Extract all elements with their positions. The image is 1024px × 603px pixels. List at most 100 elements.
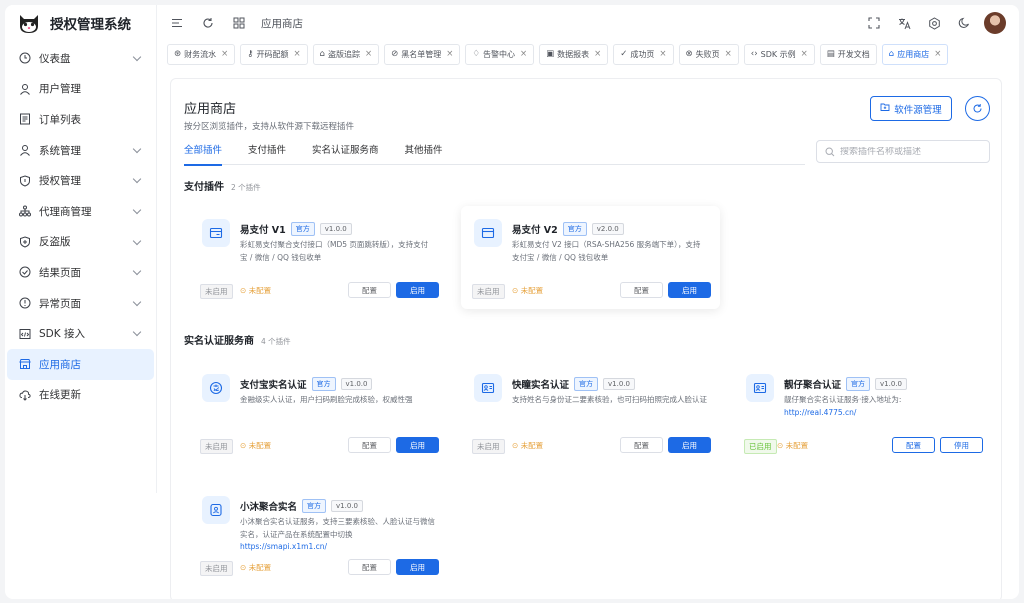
tab-quota[interactable]: ⚷ 开码配额 × — [240, 43, 308, 65]
section-title-payment: 支付插件 2 个插件 — [184, 178, 261, 193]
tab-all-plugins[interactable]: 全部插件 — [184, 139, 223, 166]
plugin-description-text: 金融级实人认证，用户扫码刷脸完成核验，权威性强 — [240, 395, 413, 404]
status-badge: 未启用 — [200, 284, 233, 299]
tab-reports[interactable]: ▣ 数据报表 × — [539, 43, 609, 65]
enable-button[interactable]: 启用 — [668, 282, 711, 298]
sidebar-item-label: 代理商管理 — [39, 205, 92, 218]
status-badge: 未启用 — [200, 439, 233, 454]
tab-dev-docs[interactable]: ▤ 开发文档 — [819, 43, 877, 65]
tab-piracy-tracking[interactable]: ⌂ 盗版追踪 × — [312, 43, 380, 65]
enable-button[interactable]: 启用 — [668, 437, 711, 453]
tab-blacklist[interactable]: ⊘ 黑名单管理 × — [384, 43, 461, 65]
tab-success-page[interactable]: ✓ 成功页 × — [613, 43, 674, 65]
menu-toggle-icon[interactable] — [170, 16, 184, 30]
tab-label: 黑名单管理 — [401, 49, 442, 59]
tab-sdk-example[interactable]: ‹› SDK 示例 × — [743, 43, 815, 65]
tab-identity-providers[interactable]: 实名认证服务商 — [312, 139, 379, 165]
tab-other-plugins[interactable]: 其他插件 — [405, 139, 443, 165]
sidebar-item-result-pages[interactable]: 结果页面 — [7, 257, 154, 288]
plugin-description-text: 靓仔聚合实名认证服务·接入地址为: — [784, 395, 902, 404]
store-icon: ⌂ — [319, 49, 326, 59]
close-icon[interactable]: × — [934, 49, 941, 59]
section-count: 4 个插件 — [261, 337, 291, 346]
tab-finance[interactable]: ⊛ 财务流水 × — [167, 43, 236, 65]
search-icon — [825, 146, 835, 156]
tab-fail-page[interactable]: ⊗ 失败页 × — [678, 43, 739, 65]
close-icon[interactable]: × — [221, 49, 228, 59]
official-badge: 官方 — [574, 377, 599, 391]
alert-circle-icon — [19, 297, 31, 309]
tab-label: 开发文档 — [837, 49, 870, 59]
software-source-button[interactable]: 软件源管理 — [870, 96, 952, 121]
sidebar-item-license[interactable]: 授权管理 — [7, 165, 154, 196]
plugin-card: 易支付 V1 官方 v1.0.0 彩虹易支付聚合支付接口（MD5 页面跳转版），支持… — [189, 206, 448, 309]
close-icon[interactable]: × — [446, 49, 453, 59]
chevron-down-icon — [132, 236, 142, 245]
refresh-button[interactable] — [965, 96, 990, 121]
cloud-download-icon — [19, 389, 31, 401]
plugin-description: 彩虹易支付聚合支付接口（MD5 页面跳转版），支持支付宝 / 微信 / QQ 钱… — [240, 239, 435, 264]
settings-icon[interactable] — [927, 16, 941, 30]
configure-button[interactable]: 配置 — [348, 559, 391, 575]
search-input[interactable] — [840, 146, 980, 157]
plugin-description-text: 彩虹易支付聚合支付接口（MD5 页面跳转版），支持支付宝 / 微信 / QQ 钱… — [240, 240, 429, 262]
sidebar-item-orders[interactable]: 订单列表 — [7, 104, 154, 135]
close-icon[interactable]: × — [801, 49, 808, 59]
sidebar-item-users[interactable]: 用户管理 — [7, 74, 154, 105]
close-icon[interactable]: × — [659, 49, 666, 59]
close-icon[interactable]: × — [520, 49, 527, 59]
status-badge: 未启用 — [472, 284, 505, 299]
sidebar-item-label: 订单列表 — [39, 113, 81, 126]
app-store-panel: 应用商店 按分区浏览插件，支持从软件源下载远程插件 软件源管理 全部插件 支付插… — [170, 78, 1002, 599]
plugin-link[interactable]: https://smapi.x1m1.cn/ — [240, 541, 435, 554]
enable-button[interactable]: 启用 — [396, 559, 439, 575]
configure-button[interactable]: 配置 — [348, 282, 391, 298]
tab-label: 应用商店 — [897, 49, 930, 59]
code-icon: ‹› — [750, 49, 758, 59]
sidebar-item-online-update[interactable]: 在线更新 — [7, 380, 154, 411]
close-icon[interactable]: × — [725, 49, 732, 59]
plugin-card: 小沐聚合实名 官方 v1.0.0 小沐聚合实名认证服务，支持三要素核验、人脸认证与微… — [189, 483, 448, 586]
grid-icon[interactable] — [232, 16, 246, 30]
page-title: 应用商店 — [184, 102, 237, 117]
plugin-link[interactable]: http://real.4775.cn/ — [784, 407, 979, 420]
avatar[interactable] — [984, 12, 1006, 34]
sidebar-item-app-store[interactable]: 应用商店 — [7, 348, 154, 380]
sidebar-item-sdk[interactable]: SDK 接入 — [7, 318, 154, 349]
tab-label: 失败页 — [695, 49, 720, 59]
shield-icon — [19, 175, 31, 187]
close-icon[interactable]: × — [594, 49, 601, 59]
sidebar-item-label: 在线更新 — [39, 389, 81, 402]
configure-button[interactable]: 配置 — [892, 437, 935, 453]
version-badge: v1.0.0 — [340, 378, 373, 390]
sidebar-item-error-pages[interactable]: 异常页面 — [7, 288, 154, 319]
configure-button[interactable]: 配置 — [348, 437, 391, 453]
tab-alerts[interactable]: ♢ 告警中心 × — [465, 43, 535, 65]
translate-icon[interactable] — [897, 16, 911, 30]
enable-button[interactable]: 启用 — [396, 282, 439, 298]
close-icon[interactable]: × — [293, 49, 300, 59]
brand: 授权管理系统 — [5, 5, 156, 41]
sidebar-item-dashboard[interactable]: 仪表盘 — [7, 43, 154, 74]
disable-button[interactable]: 停用 — [940, 437, 983, 453]
plugin-name: 易支付 V2 官方 v2.0.0 — [512, 222, 624, 236]
store-icon — [19, 358, 31, 370]
card-icon — [202, 219, 230, 247]
moon-icon[interactable] — [957, 16, 971, 30]
sidebar-item-system[interactable]: 系统管理 — [7, 135, 154, 166]
refresh-icon[interactable] — [201, 16, 215, 30]
official-badge: 官方 — [311, 377, 336, 391]
sidebar-item-antipiracy[interactable]: 反盗版 — [7, 227, 154, 258]
configure-button[interactable]: 配置 — [620, 437, 663, 453]
tab-payment-plugins[interactable]: 支付插件 — [248, 139, 286, 165]
fullscreen-icon[interactable] — [867, 16, 881, 30]
plugin-name: 支付宝实名认证 官方 v1.0.0 — [240, 377, 373, 391]
sidebar: 授权管理系统 仪表盘 用户管理 订单列表 系统管理 授权管理 代理商管理 反盗版… — [5, 5, 157, 493]
enable-button[interactable]: 启用 — [396, 437, 439, 453]
version-badge: v1.0.0 — [331, 500, 363, 512]
tab-app-store[interactable]: ⌂ 应用商店 × — [881, 43, 949, 65]
plugin-description-text: 彩虹易支付 V2 接口（RSA-SHA256 服务端下单），支持支付宝 / 微信… — [512, 240, 701, 262]
configure-button[interactable]: 配置 — [620, 282, 663, 298]
sidebar-item-agents[interactable]: 代理商管理 — [7, 196, 154, 227]
close-icon[interactable]: × — [365, 49, 372, 59]
